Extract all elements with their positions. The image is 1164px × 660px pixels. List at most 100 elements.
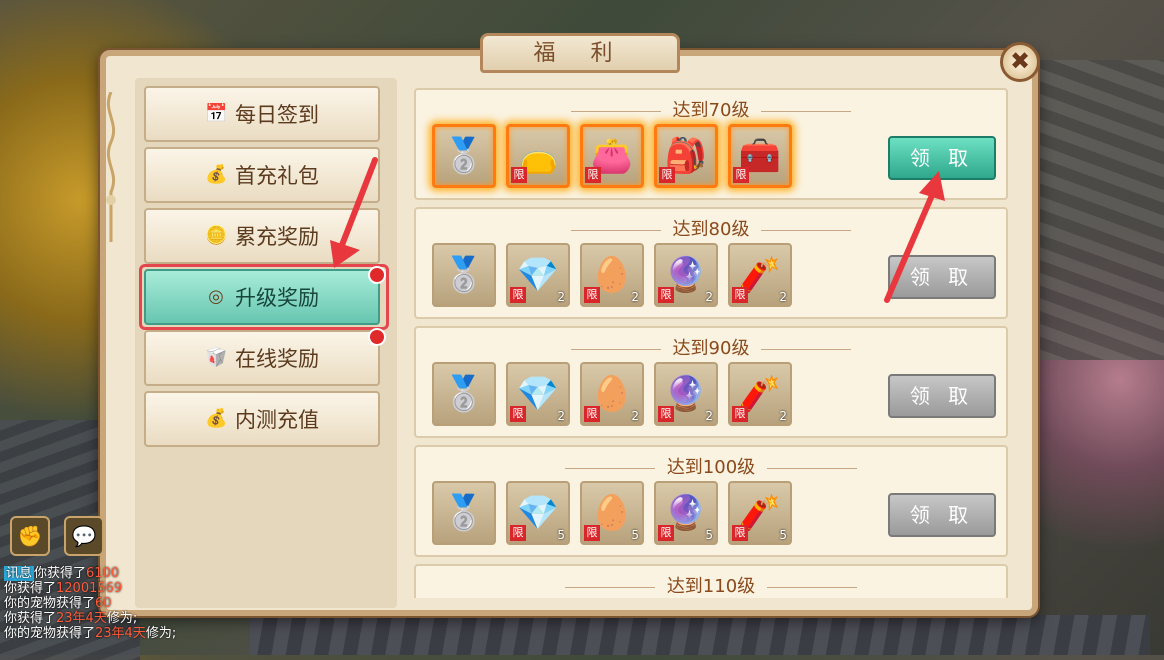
pouch-icon: 💰 xyxy=(205,408,228,429)
reward-item-slot[interactable]: 🥈 xyxy=(432,243,496,307)
reward-row: 达到110级 xyxy=(414,564,1008,598)
reward-item-slot[interactable]: 🥚 限 2 xyxy=(580,362,644,426)
silver-ingot-icon: 🥈 xyxy=(442,255,486,295)
limited-badge: 限 xyxy=(733,167,749,183)
item-count: 2 xyxy=(557,409,565,423)
chat-line: 你的宠物获得了60 xyxy=(4,596,176,611)
limited-badge: 限 xyxy=(732,406,748,422)
dragon-ornament-icon xyxy=(106,92,116,242)
chat-text: 你获得了 xyxy=(34,566,87,581)
reward-item-slot[interactable]: 💎 限 2 xyxy=(506,362,570,426)
reward-item-slot[interactable]: 🧰 限 xyxy=(728,124,792,188)
chat-suffix: 修为; xyxy=(145,626,177,641)
item-count: 2 xyxy=(779,409,787,423)
chat-tag[interactable]: 讯息 xyxy=(4,566,35,581)
reward-item-slot[interactable]: 👝 限 xyxy=(506,124,570,188)
limited-badge: 限 xyxy=(658,525,674,541)
sidebar-item-0[interactable]: 📅 每日签到 xyxy=(144,86,380,142)
reward-item-slot[interactable]: 🥈 xyxy=(432,362,496,426)
chat-text: 你的宠物获得了 xyxy=(4,626,96,641)
reward-item-slot[interactable]: 🧨 限 5 xyxy=(728,481,792,545)
panel-title: 福 利 xyxy=(480,33,680,73)
chat-value: 23年4天 xyxy=(56,611,107,626)
silver-ingot-icon: 🥈 xyxy=(442,493,486,533)
chat-line: 你的宠物获得了23年4天修为; xyxy=(4,626,176,641)
reward-item-slot[interactable]: 🔮 限 2 xyxy=(654,362,718,426)
reward-row: 达到90级 🥈 💎 限 2 🥚 限 2 🔮 限 2 🧨 限 2 领 取 xyxy=(414,326,1008,438)
calendar-icon: 📅 xyxy=(205,103,228,124)
reward-item-slot[interactable]: 💎 限 5 xyxy=(506,481,570,545)
limited-badge: 限 xyxy=(658,287,674,303)
ingot-icon: 🥡 xyxy=(205,347,228,368)
limited-badge: 限 xyxy=(584,406,600,422)
chat-line: 你获得了12001569 xyxy=(4,581,176,596)
chat-log: 讯息 你获得了6100 你获得了12001569 你的宠物获得了60 你获得了23年4天… xyxy=(4,566,176,641)
reward-list[interactable]: 达到70级 🥈 👝 限 👛 限 🎒 限 🧰 限领 取达到80级 🥈 💎 限 2 🥚 限 2 🔮 限 2 🧨 限 2 领 取达到… xyxy=(408,84,1008,598)
reward-row: 达到100级 🥈 💎 限 5 🥚 限 5 🔮 限 5 🧨 限 5 领 取 xyxy=(414,445,1008,557)
claim-button[interactable]: 领 取 xyxy=(888,493,996,537)
reward-item-slot[interactable]: 🧨 限 2 xyxy=(728,243,792,307)
sidebar-item-label: 首充礼包 xyxy=(235,164,319,188)
close-button[interactable]: ✖ xyxy=(1000,42,1040,82)
chat-value: 6100 xyxy=(86,566,120,581)
reward-items: 🥈 💎 限 5 🥚 限 5 🔮 限 5 🧨 限 5 xyxy=(432,481,792,545)
sidebar-item-label: 每日签到 xyxy=(235,103,319,127)
level-requirement: 达到100级 xyxy=(416,453,1006,479)
reward-item-slot[interactable]: 🔮 限 2 xyxy=(654,243,718,307)
sidebar-item-4[interactable]: 🥡 在线奖励 xyxy=(144,330,380,386)
chat-value: 23年4天 xyxy=(95,626,146,641)
reward-item-slot[interactable]: 🥈 xyxy=(432,481,496,545)
active-highlight-frame xyxy=(139,264,389,330)
reward-items: 🥈 👝 限 👛 限 🎒 限 🧰 限 xyxy=(432,124,792,188)
reward-item-slot[interactable]: 🎒 限 xyxy=(654,124,718,188)
reward-items: 🥈 💎 限 2 🥚 限 2 🔮 限 2 🧨 限 2 xyxy=(432,362,792,426)
item-count: 2 xyxy=(631,290,639,304)
level-requirement: 达到90级 xyxy=(416,334,1006,360)
sidebar-item-label: 累充奖励 xyxy=(235,225,319,249)
reward-item-slot[interactable]: 🥚 限 5 xyxy=(580,481,644,545)
item-count: 2 xyxy=(705,409,713,423)
background-roof-right xyxy=(1034,60,1164,360)
item-count: 2 xyxy=(705,290,713,304)
reward-item-slot[interactable]: 🧨 限 2 xyxy=(728,362,792,426)
coins-icon: 🪙 xyxy=(205,225,228,246)
annotation-arrow-sidebar xyxy=(330,157,378,268)
item-count: 2 xyxy=(557,290,565,304)
limited-badge: 限 xyxy=(510,406,526,422)
chat-text: 你的宠物获得了 xyxy=(4,596,96,611)
limited-badge: 限 xyxy=(510,287,526,303)
limited-badge: 限 xyxy=(585,167,601,183)
reward-item-slot[interactable]: 👛 限 xyxy=(580,124,644,188)
silver-ingot-icon: 🥈 xyxy=(442,136,486,176)
chat-line: 讯息 你获得了6100 xyxy=(4,566,176,581)
item-count: 5 xyxy=(705,528,713,542)
reward-item-slot[interactable]: 🔮 限 5 xyxy=(654,481,718,545)
claim-button[interactable]: 领 取 xyxy=(888,374,996,418)
limited-badge: 限 xyxy=(659,167,675,183)
item-count: 5 xyxy=(631,528,639,542)
limited-badge: 限 xyxy=(584,525,600,541)
chat-bubble-icon[interactable]: 💬 xyxy=(64,516,104,556)
limited-badge: 限 xyxy=(510,525,526,541)
level-requirement: 达到110级 xyxy=(416,572,1006,598)
background-roof-bottom xyxy=(250,615,1150,655)
reward-items: 🥈 💎 限 2 🥚 限 2 🔮 限 2 🧨 限 2 xyxy=(432,243,792,307)
limited-badge: 限 xyxy=(732,525,748,541)
limited-badge: 限 xyxy=(584,287,600,303)
item-count: 2 xyxy=(779,290,787,304)
chat-line: 你获得了23年4天修为; xyxy=(4,611,176,626)
reward-item-slot[interactable]: 🥚 限 2 xyxy=(580,243,644,307)
fist-icon[interactable]: ✊ xyxy=(10,516,50,556)
limited-badge: 限 xyxy=(732,287,748,303)
chat-suffix: 修为; xyxy=(106,611,138,626)
reward-item-slot[interactable]: 🥈 xyxy=(432,124,496,188)
chat-text: 你获得了 xyxy=(4,581,57,596)
notification-dot xyxy=(368,328,386,346)
sidebar-item-label: 在线奖励 xyxy=(235,347,319,371)
item-count: 2 xyxy=(631,409,639,423)
chat-value: 12001569 xyxy=(56,581,123,596)
limited-badge: 限 xyxy=(511,167,527,183)
reward-item-slot[interactable]: 💎 限 2 xyxy=(506,243,570,307)
sidebar-item-5[interactable]: 💰 内测充值 xyxy=(144,391,380,447)
item-count: 5 xyxy=(779,528,787,542)
